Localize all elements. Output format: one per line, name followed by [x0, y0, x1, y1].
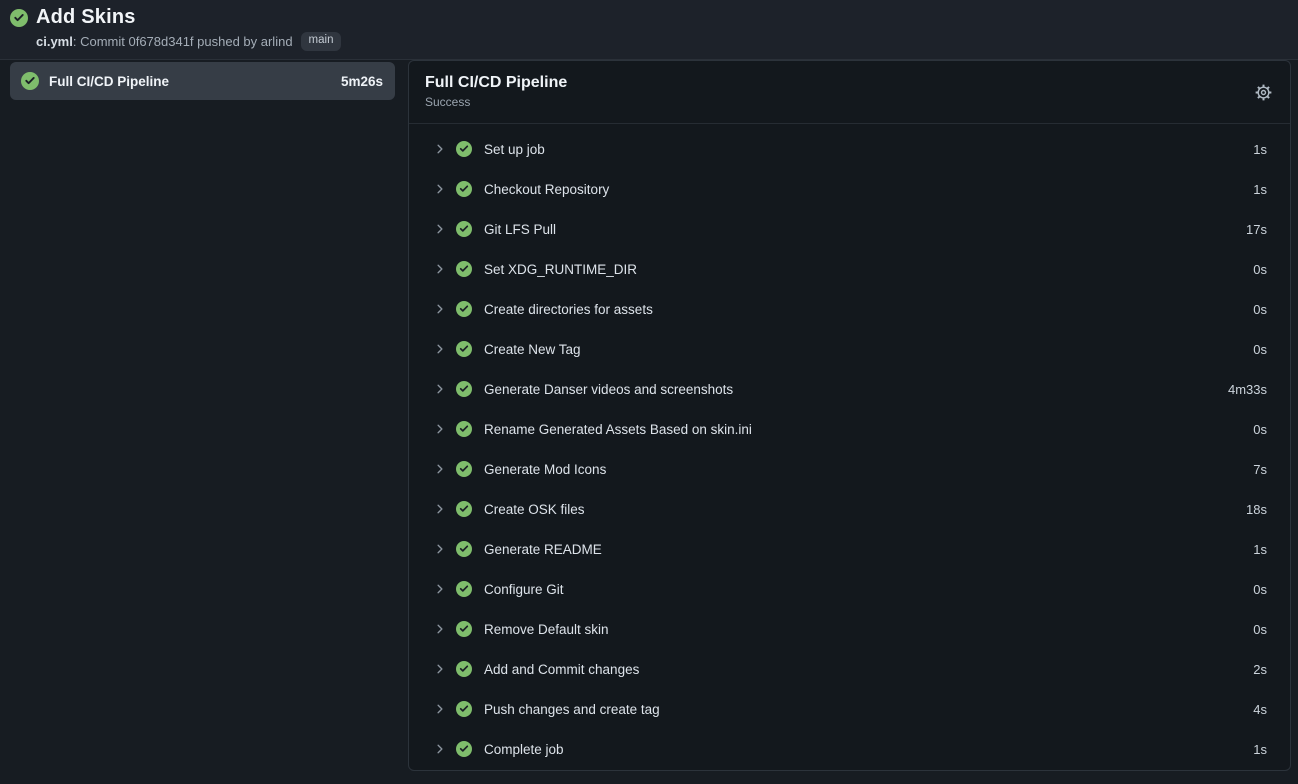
step-name: Create OSK files	[484, 502, 585, 517]
check-circle-icon	[10, 9, 28, 27]
step-row[interactable]: Create directories for assets 0s	[409, 289, 1290, 329]
step-duration: 7s	[1253, 462, 1267, 477]
step-row[interactable]: Configure Git 0s	[409, 569, 1290, 609]
check-circle-icon	[456, 581, 472, 597]
chevron-right-icon[interactable]	[432, 501, 448, 517]
check-circle-icon	[456, 741, 472, 757]
check-circle-icon	[456, 181, 472, 197]
check-circle-icon	[456, 341, 472, 357]
step-duration: 0s	[1253, 262, 1267, 277]
step-duration: 1s	[1253, 742, 1267, 757]
chevron-right-icon[interactable]	[432, 261, 448, 277]
commit-text: : Commit 0f678d341f pushed by arlind	[73, 34, 293, 49]
chevron-right-icon[interactable]	[432, 701, 448, 717]
step-duration: 0s	[1253, 342, 1267, 357]
step-duration: 2s	[1253, 662, 1267, 677]
step-row[interactable]: Add and Commit changes 2s	[409, 649, 1290, 689]
step-row[interactable]: Create New Tag 0s	[409, 329, 1290, 369]
step-row[interactable]: Checkout Repository 1s	[409, 169, 1290, 209]
chevron-right-icon[interactable]	[432, 661, 448, 677]
check-circle-icon	[456, 421, 472, 437]
step-duration: 17s	[1246, 222, 1267, 237]
chevron-right-icon[interactable]	[432, 221, 448, 237]
check-circle-icon	[456, 501, 472, 517]
job-duration: 5m26s	[341, 74, 383, 89]
job-name: Full CI/CD Pipeline	[49, 74, 169, 89]
step-duration: 0s	[1253, 582, 1267, 597]
job-detail-header: Full CI/CD Pipeline Success	[409, 61, 1290, 124]
chevron-right-icon[interactable]	[432, 181, 448, 197]
step-name: Create New Tag	[484, 342, 581, 357]
chevron-right-icon[interactable]	[432, 341, 448, 357]
chevron-right-icon[interactable]	[432, 301, 448, 317]
step-duration: 4s	[1253, 702, 1267, 717]
run-title: Add Skins	[36, 6, 136, 29]
step-row[interactable]: Set up job 1s	[409, 129, 1290, 169]
step-row[interactable]: Remove Default skin 0s	[409, 609, 1290, 649]
sidebar-job-item[interactable]: Full CI/CD Pipeline 5m26s	[10, 62, 395, 100]
steps-list: Set up job 1s Checkout Repository 1s Git…	[409, 124, 1290, 769]
chevron-right-icon[interactable]	[432, 581, 448, 597]
step-name: Add and Commit changes	[484, 662, 639, 677]
branch-badge: main	[301, 32, 342, 51]
job-detail-panel: Full CI/CD Pipeline Success	[408, 60, 1291, 771]
chevron-right-icon[interactable]	[432, 141, 448, 157]
step-name: Configure Git	[484, 582, 564, 597]
check-circle-icon	[456, 701, 472, 717]
step-name: Remove Default skin	[484, 622, 609, 637]
step-duration: 1s	[1253, 142, 1267, 157]
step-name: Set up job	[484, 142, 545, 157]
check-circle-icon	[456, 541, 472, 557]
step-row[interactable]: Set XDG_RUNTIME_DIR 0s	[409, 249, 1290, 289]
step-row[interactable]: Push changes and create tag 4s	[409, 689, 1290, 729]
step-row[interactable]: Complete job 1s	[409, 729, 1290, 769]
check-circle-icon	[456, 261, 472, 277]
job-status-text: Success	[425, 95, 1274, 109]
step-name: Set XDG_RUNTIME_DIR	[484, 262, 637, 277]
step-name: Git LFS Pull	[484, 222, 556, 237]
check-circle-icon	[456, 301, 472, 317]
step-duration: 4m33s	[1228, 382, 1267, 397]
step-duration: 0s	[1253, 422, 1267, 437]
step-row[interactable]: Generate README 1s	[409, 529, 1290, 569]
step-row[interactable]: Generate Danser videos and screenshots 4…	[409, 369, 1290, 409]
chevron-right-icon[interactable]	[432, 741, 448, 757]
chevron-right-icon[interactable]	[432, 541, 448, 557]
step-row[interactable]: Rename Generated Assets Based on skin.in…	[409, 409, 1290, 449]
step-duration: 1s	[1253, 542, 1267, 557]
step-name: Generate README	[484, 542, 602, 557]
step-name: Rename Generated Assets Based on skin.in…	[484, 422, 752, 437]
check-circle-icon	[21, 72, 39, 90]
step-row[interactable]: Generate Mod Icons 7s	[409, 449, 1290, 489]
check-circle-icon	[456, 621, 472, 637]
workflow-file: ci.yml	[36, 34, 73, 49]
step-name: Create directories for assets	[484, 302, 653, 317]
step-name: Push changes and create tag	[484, 702, 660, 717]
run-subtitle: ci.yml: Commit 0f678d341f pushed by arli…	[36, 34, 293, 49]
chevron-right-icon[interactable]	[432, 461, 448, 477]
step-duration: 18s	[1246, 502, 1267, 517]
step-duration: 0s	[1253, 302, 1267, 317]
settings-button[interactable]	[1250, 79, 1276, 105]
step-name: Generate Danser videos and screenshots	[484, 382, 733, 397]
check-circle-icon	[456, 661, 472, 677]
chevron-right-icon[interactable]	[432, 421, 448, 437]
run-header: Add Skins ci.yml: Commit 0f678d341f push…	[0, 0, 1298, 60]
check-circle-icon	[456, 141, 472, 157]
step-name: Checkout Repository	[484, 182, 609, 197]
check-circle-icon	[456, 461, 472, 477]
step-duration: 1s	[1253, 182, 1267, 197]
step-row[interactable]: Git LFS Pull 17s	[409, 209, 1290, 249]
step-row[interactable]: Create OSK files 18s	[409, 489, 1290, 529]
check-circle-icon	[456, 381, 472, 397]
chevron-right-icon[interactable]	[432, 381, 448, 397]
step-duration: 0s	[1253, 622, 1267, 637]
gear-icon	[1254, 83, 1273, 102]
job-detail-title: Full CI/CD Pipeline	[425, 74, 1274, 92]
step-name: Generate Mod Icons	[484, 462, 606, 477]
step-name: Complete job	[484, 742, 564, 757]
chevron-right-icon[interactable]	[432, 621, 448, 637]
check-circle-icon	[456, 221, 472, 237]
